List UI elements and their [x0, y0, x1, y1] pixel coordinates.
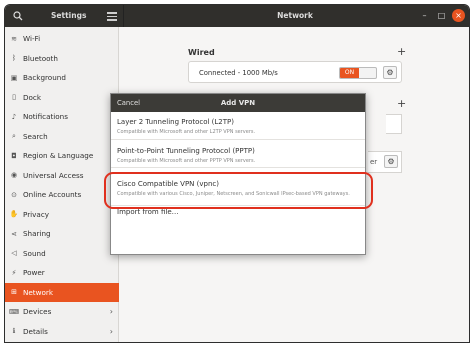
window-controls: – □ × [418, 9, 465, 22]
sidebar-item-label: Dock [23, 92, 42, 102]
sidebar-item-label: Power [23, 268, 45, 278]
sidebar-item-dock[interactable]: ▯ Dock [5, 88, 119, 108]
hand-icon: ✋ [9, 210, 19, 219]
option-title: Layer 2 Tunneling Protocol (L2TP) [117, 118, 234, 126]
sidebar-item-label: Sharing [23, 229, 51, 239]
sidebar-item-background[interactable]: ▣ Background [5, 68, 119, 88]
vpn-option-l2tp[interactable]: Layer 2 Tunneling Protocol (L2TP) Compat… [111, 112, 365, 140]
power-icon: ⚡ [11, 268, 17, 277]
devices-icon: ⌨ [9, 307, 20, 316]
sidebar-item-label: Sound [23, 248, 46, 258]
vpn-option-pptp[interactable]: Point-to-Point Tunneling Protocol (PPTP)… [111, 140, 365, 168]
option-title: Point-to-Point Tunneling Protocol (PPTP) [117, 147, 255, 155]
sidebar-item-region-language[interactable]: ◘ Region & Language [5, 146, 119, 166]
sidebar-item-label: Search [23, 131, 48, 141]
accessibility-icon: ◉ [10, 171, 18, 180]
sidebar-item-wifi[interactable]: ≋ Wi-Fi [5, 29, 119, 49]
network-icon: ⊞ [11, 288, 17, 297]
minimize-button[interactable]: – [418, 9, 431, 22]
sidebar-item-label: Devices [23, 307, 52, 317]
chevron-right-icon: › [109, 326, 113, 336]
sidebar-item-label: Privacy [23, 209, 50, 219]
bell-icon: ♪ [11, 112, 17, 121]
bluetooth-icon: ᛒ [11, 54, 17, 63]
proxy-row-partial-text: er [370, 158, 378, 166]
sidebar: ≋ Wi-Fi ᛒ Bluetooth ▣ Background ▯ Dock … [5, 27, 119, 342]
sidebar-item-label: Background [23, 73, 66, 83]
sidebar-item-bluetooth[interactable]: ᛒ Bluetooth [5, 49, 119, 69]
sidebar-item-label: Bluetooth [23, 53, 58, 63]
sidebar-item-label: Region & Language [23, 151, 94, 161]
vpn-row-edge [386, 114, 402, 134]
sidebar-item-details[interactable]: ℹ Details › [5, 322, 119, 342]
gear-icon[interactable]: ⚙ [383, 66, 397, 79]
speaker-icon: ◁ [11, 249, 17, 258]
background-icon: ▣ [10, 73, 18, 82]
wifi-icon: ≋ [11, 34, 17, 43]
highlight-annotation [104, 172, 373, 209]
dialog-header: Add VPN Cancel [111, 94, 365, 112]
sidebar-item-universal-access[interactable]: ◉ Universal Access [5, 166, 119, 186]
app-title: Settings [51, 11, 87, 20]
info-icon: ℹ [12, 327, 16, 336]
maximize-button[interactable]: □ [435, 9, 448, 22]
dock-icon: ▯ [12, 93, 16, 102]
sidebar-item-power[interactable]: ⚡ Power [5, 263, 119, 283]
cancel-button[interactable]: Cancel [117, 99, 140, 107]
add-vpn-button[interactable]: + [397, 97, 406, 110]
sidebar-item-label: Wi-Fi [23, 34, 41, 44]
option-subtitle: Compatible with Microsoft and other PPTP… [117, 158, 256, 164]
wired-status: Connected - 1000 Mb/s [199, 69, 278, 77]
sidebar-item-notifications[interactable]: ♪ Notifications [5, 107, 119, 127]
titlebar: Settings Network – □ × [5, 5, 469, 27]
titlebar-divider [123, 5, 124, 27]
option-title: Import from file… [117, 208, 179, 216]
wired-connection-row: Connected - 1000 Mb/s ON ⚙ [188, 61, 402, 83]
hamburger-menu-icon[interactable] [105, 10, 119, 22]
search-icon: ⌕ [12, 131, 16, 140]
sidebar-item-devices[interactable]: ⌨ Devices › [5, 302, 119, 322]
sidebar-item-online-accounts[interactable]: ⊙ Online Accounts [5, 185, 119, 205]
sidebar-item-label: Details [23, 326, 48, 336]
sidebar-item-network[interactable]: ⊞ Network [5, 282, 119, 302]
sharing-icon: ⋖ [11, 229, 17, 238]
wired-toggle[interactable]: ON [339, 67, 377, 79]
search-icon[interactable] [11, 9, 25, 23]
sidebar-item-label: Notifications [23, 112, 68, 122]
sidebar-item-label: Online Accounts [23, 190, 82, 200]
close-button[interactable]: × [452, 9, 465, 22]
toggle-on-label: ON [340, 68, 359, 78]
accounts-icon: ⊙ [11, 190, 17, 199]
sidebar-item-sharing[interactable]: ⋖ Sharing [5, 224, 119, 244]
sidebar-item-label: Network [23, 287, 54, 297]
chevron-right-icon: › [109, 307, 113, 317]
sidebar-item-privacy[interactable]: ✋ Privacy [5, 205, 119, 225]
sidebar-item-search[interactable]: ⌕ Search [5, 127, 119, 147]
wired-section-title: Wired [188, 48, 215, 57]
camera-icon: ◘ [11, 151, 17, 160]
add-wired-button[interactable]: + [397, 45, 406, 58]
gear-icon[interactable]: ⚙ [384, 155, 398, 168]
panel-title: Network [277, 11, 313, 20]
dialog-title: Add VPN [220, 99, 256, 107]
sidebar-item-sound[interactable]: ◁ Sound [5, 244, 119, 264]
sidebar-item-label: Universal Access [23, 170, 84, 180]
option-subtitle: Compatible with Microsoft and other L2TP… [117, 129, 256, 135]
